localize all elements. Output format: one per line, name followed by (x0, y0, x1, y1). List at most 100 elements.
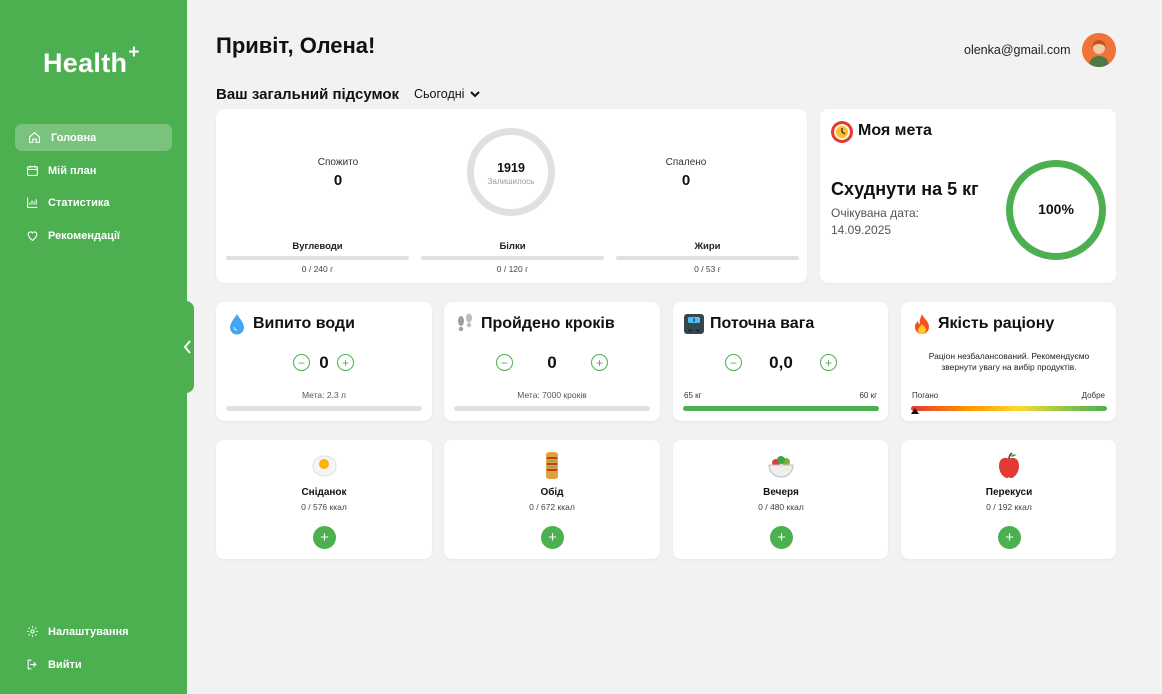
steps-card: Пройдено кроків − 0 + Мета: 7000 кроків (444, 302, 660, 421)
sidebar-item-label: Мій план (48, 164, 97, 177)
sidebar: Health+ Головна Мій план Статистика Реко… (0, 0, 187, 694)
page-title: Привіт, Олена! (216, 33, 376, 58)
steps-progress-bar (454, 406, 650, 411)
water-drop-icon (230, 314, 244, 335)
water-progress-bar (226, 406, 422, 411)
consumed-label: Спожито (317, 157, 359, 168)
macro-fat-value: 0 / 53 г (694, 264, 721, 274)
burned-label: Спалено (665, 157, 707, 168)
heart-icon (26, 229, 40, 243)
consumed-value: 0 (333, 172, 343, 189)
sidebar-item-label: Рекомендації (48, 229, 121, 242)
goal-date-label: Очікувана дата: (831, 206, 919, 220)
sidebar-item-label: Вийти (48, 658, 82, 671)
diet-quality-bar (911, 406, 1107, 411)
macro-carbs-label: Вуглеводи (292, 241, 343, 252)
meal-kcal: 0 / 480 ккал (758, 502, 804, 512)
meal-name: Обід (540, 487, 564, 498)
sidebar-item-my-plan[interactable]: Мій план (15, 157, 172, 184)
sidebar-item-label: Головна (51, 131, 97, 144)
meal-card-dinner: Вечеря 0 / 480 ккал + (673, 440, 888, 559)
sidebar-item-settings[interactable]: Налаштування (15, 618, 172, 645)
avatar[interactable] (1082, 33, 1116, 67)
diet-note: Раціон незбалансований. Рекомендуємо зве… (928, 351, 1090, 373)
steps-value: 0 (547, 353, 557, 372)
macro-protein-label: Білки (499, 241, 526, 252)
gear-icon (26, 625, 40, 639)
meal-name: Вечеря (763, 487, 799, 498)
home-icon (28, 131, 42, 145)
sidebar-item-logout[interactable]: Вийти (15, 651, 172, 678)
sidebar-item-home[interactable]: Головна (15, 124, 172, 151)
macro-fat-bar (616, 256, 799, 260)
add-lunch-button[interactable]: + (541, 526, 564, 549)
steps-plus-button[interactable]: + (591, 354, 608, 371)
period-value: Сьогодні (414, 87, 465, 101)
user-email: olenka@gmail.com (964, 43, 1071, 57)
goal-title: Моя мета (858, 122, 932, 139)
app-logo[interactable]: Health+ (43, 42, 140, 79)
diet-quality-marker (911, 408, 919, 414)
goal-card: Моя мета Схуднути на 5 кг Очікувана дата… (820, 109, 1116, 283)
goal-text: Схуднути на 5 кг (831, 179, 979, 199)
macro-fat-label: Жири (694, 241, 721, 252)
water-goal: Мета: 2.3 л (301, 390, 346, 400)
diet-quality-card: Якість раціону Раціон незбалансований. Р… (901, 302, 1116, 421)
logout-icon (26, 658, 40, 672)
water-minus-button[interactable]: − (293, 354, 310, 371)
meal-name: Перекуси (985, 487, 1033, 498)
goal-percent: 100% (1038, 201, 1074, 217)
water-title: Випито води (253, 315, 355, 332)
meal-card-breakfast: Сніданок 0 / 576 ккал + (216, 440, 432, 559)
diet-title: Якість раціону (938, 315, 1055, 332)
macro-protein-value: 0 / 120 г (496, 264, 529, 274)
diet-good-label: Добре (1081, 391, 1105, 400)
fire-icon (915, 314, 929, 334)
meal-name: Сніданок (301, 487, 347, 498)
meal-kcal: 0 / 192 ккал (986, 502, 1032, 512)
steps-minus-button[interactable]: − (496, 354, 513, 371)
period-dropdown[interactable]: Сьогодні (414, 87, 481, 101)
weight-plus-button[interactable]: + (820, 354, 837, 371)
chevron-left-icon (183, 340, 191, 354)
chevron-down-icon (470, 91, 481, 98)
add-dinner-button[interactable]: + (770, 526, 793, 549)
sidebar-item-label: Налаштування (48, 625, 129, 638)
weight-start: 65 кг (684, 391, 702, 400)
meal-kcal: 0 / 576 ккал (301, 502, 347, 512)
macro-protein-bar (421, 256, 604, 260)
add-snacks-button[interactable]: + (998, 526, 1021, 549)
water-value: 0 (319, 353, 329, 372)
salad-icon (768, 456, 794, 478)
goal-date: 14.09.2025 (831, 223, 892, 237)
scale-icon (684, 314, 704, 334)
remaining-value: 1919 (497, 161, 525, 175)
water-plus-button[interactable]: + (337, 354, 354, 371)
add-breakfast-button[interactable]: + (313, 526, 336, 549)
meal-card-snacks: Перекуси 0 / 192 ккал + (901, 440, 1116, 559)
steps-title: Пройдено кроків (481, 315, 615, 332)
steps-goal: Мета: 7000 кроків (517, 390, 587, 400)
remaining-label: Залишилось (487, 177, 535, 186)
meal-kcal: 0 / 672 ккал (529, 502, 575, 512)
weight-target: 60 кг (859, 391, 877, 400)
water-card: Випито води − 0 + Мета: 2.3 л (216, 302, 432, 421)
weight-minus-button[interactable]: − (725, 354, 742, 371)
apple-icon (999, 452, 1019, 478)
weight-progress-bar (683, 406, 879, 411)
summary-card: Спожито 0 1919 Залишилось Спалено 0 Вугл… (216, 109, 807, 283)
sidebar-collapse-button[interactable] (181, 301, 194, 393)
diet-bad-label: Погано (912, 391, 939, 400)
calendar-icon (26, 164, 40, 178)
sidebar-item-recommendations[interactable]: Рекомендації (15, 222, 172, 249)
macro-carbs-value: 0 / 240 г (301, 264, 334, 274)
sidebar-item-statistics[interactable]: Статистика (15, 189, 172, 216)
clock-icon (831, 121, 853, 143)
wrap-icon (546, 452, 558, 479)
weight-title: Поточна вага (710, 315, 815, 332)
chart-icon (26, 196, 40, 210)
summary-title: Ваш загальний підсумок (216, 86, 400, 103)
meal-card-lunch: Обід 0 / 672 ккал + (444, 440, 660, 559)
footprints-icon (458, 313, 472, 332)
sidebar-item-label: Статистика (48, 196, 110, 209)
